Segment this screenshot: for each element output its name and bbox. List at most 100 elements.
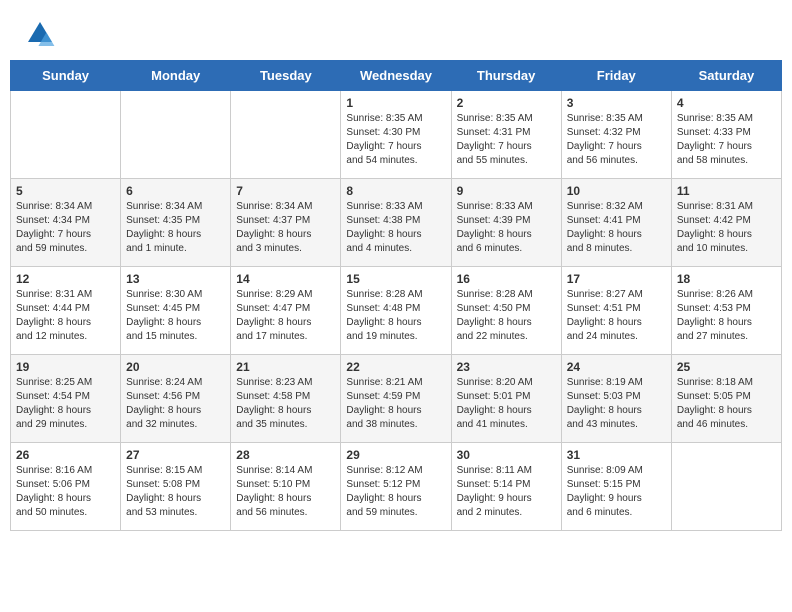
calendar-week-2: 5 Sunrise: 8:34 AM Sunset: 4:34 PM Daylig…: [11, 179, 782, 267]
weekday-wednesday: Wednesday: [341, 61, 451, 91]
day-number: 21: [236, 360, 335, 374]
calendar-cell: 8 Sunrise: 8:33 AM Sunset: 4:38 PM Daylig…: [341, 179, 451, 267]
day-info: Sunrise: 8:34 AM Sunset: 4:34 PM Dayligh…: [16, 200, 115, 256]
day-info: Sunrise: 8:32 AM Sunset: 4:41 PM Dayligh…: [567, 200, 666, 256]
calendar-cell: 18 Sunrise: 8:26 AM Sunset: 4:53 PM Dayli…: [671, 267, 781, 355]
day-info: Sunrise: 8:26 AM Sunset: 4:53 PM Dayligh…: [677, 288, 776, 344]
calendar-cell: 16Sunrise: 8:28 AM Sunset: 4:50 PM Dayli…: [451, 267, 561, 355]
calendar-cell: 6 Sunrise: 8:34 AM Sunset: 4:35 PM Daylig…: [121, 179, 231, 267]
weekday-thursday: Thursday: [451, 61, 561, 91]
day-info: Sunrise: 8:33 AM Sunset: 4:39 PM Dayligh…: [457, 200, 556, 256]
day-info: Sunrise: 8:35 AM Sunset: 4:30 PM Dayligh…: [346, 112, 445, 168]
calendar-cell: 29 Sunrise: 8:12 AM Sunset: 5:12 PM Dayli…: [341, 443, 451, 531]
day-number: 7: [236, 184, 335, 198]
calendar-week-3: 12Sunrise: 8:31 AM Sunset: 4:44 PM Dayli…: [11, 267, 782, 355]
weekday-tuesday: Tuesday: [231, 61, 341, 91]
day-info: Sunrise: 8:30 AM Sunset: 4:45 PM Dayligh…: [126, 288, 225, 344]
day-number: 12: [16, 272, 115, 286]
calendar-cell: 25 Sunrise: 8:18 AM Sunset: 5:05 PM Dayli…: [671, 355, 781, 443]
calendar-cell: 12Sunrise: 8:31 AM Sunset: 4:44 PM Dayli…: [11, 267, 121, 355]
day-number: 30: [457, 448, 556, 462]
day-info: Sunrise: 8:34 AM Sunset: 4:35 PM Dayligh…: [126, 200, 225, 256]
calendar-cell: 4Sunrise: 8:35 AM Sunset: 4:33 PM Daylig…: [671, 91, 781, 179]
weekday-monday: Monday: [121, 61, 231, 91]
day-number: 2: [457, 96, 556, 110]
day-number: 22: [346, 360, 445, 374]
calendar-cell: [11, 91, 121, 179]
day-number: 26: [16, 448, 115, 462]
calendar-cell: 3 Sunrise: 8:35 AM Sunset: 4:32 PM Daylig…: [561, 91, 671, 179]
calendar-cell: 1 Sunrise: 8:35 AM Sunset: 4:30 PM Daylig…: [341, 91, 451, 179]
day-number: 24: [567, 360, 666, 374]
logo: [24, 18, 60, 50]
calendar-cell: 22 Sunrise: 8:21 AM Sunset: 4:59 PM Dayli…: [341, 355, 451, 443]
day-info: Sunrise: 8:18 AM Sunset: 5:05 PM Dayligh…: [677, 376, 776, 432]
day-info: Sunrise: 8:09 AM Sunset: 5:15 PM Dayligh…: [567, 464, 666, 520]
day-info: Sunrise: 8:28 AM Sunset: 4:50 PM Dayligh…: [457, 288, 556, 344]
calendar-cell: 2 Sunrise: 8:35 AM Sunset: 4:31 PM Daylig…: [451, 91, 561, 179]
day-number: 8: [346, 184, 445, 198]
day-number: 23: [457, 360, 556, 374]
day-number: 29: [346, 448, 445, 462]
calendar-cell: 20 Sunrise: 8:24 AM Sunset: 4:56 PM Dayli…: [121, 355, 231, 443]
day-info: Sunrise: 8:20 AM Sunset: 5:01 PM Dayligh…: [457, 376, 556, 432]
weekday-friday: Friday: [561, 61, 671, 91]
day-info: Sunrise: 8:31 AM Sunset: 4:42 PM Dayligh…: [677, 200, 776, 256]
calendar-cell: 17 Sunrise: 8:27 AM Sunset: 4:51 PM Dayli…: [561, 267, 671, 355]
calendar-week-1: 1 Sunrise: 8:35 AM Sunset: 4:30 PM Daylig…: [11, 91, 782, 179]
calendar-cell: 9 Sunrise: 8:33 AM Sunset: 4:39 PM Daylig…: [451, 179, 561, 267]
calendar-cell: 26Sunrise: 8:16 AM Sunset: 5:06 PM Dayli…: [11, 443, 121, 531]
day-info: Sunrise: 8:35 AM Sunset: 4:32 PM Dayligh…: [567, 112, 666, 168]
day-number: 25: [677, 360, 776, 374]
day-info: Sunrise: 8:28 AM Sunset: 4:48 PM Dayligh…: [346, 288, 445, 344]
calendar-cell: [121, 91, 231, 179]
calendar-cell: 31Sunrise: 8:09 AM Sunset: 5:15 PM Dayli…: [561, 443, 671, 531]
day-number: 14: [236, 272, 335, 286]
day-info: Sunrise: 8:14 AM Sunset: 5:10 PM Dayligh…: [236, 464, 335, 520]
day-number: 17: [567, 272, 666, 286]
day-number: 28: [236, 448, 335, 462]
calendar-cell: 28 Sunrise: 8:14 AM Sunset: 5:10 PM Dayli…: [231, 443, 341, 531]
day-info: Sunrise: 8:27 AM Sunset: 4:51 PM Dayligh…: [567, 288, 666, 344]
calendar-cell: 21 Sunrise: 8:23 AM Sunset: 4:58 PM Dayli…: [231, 355, 341, 443]
day-number: 6: [126, 184, 225, 198]
calendar-cell: 5 Sunrise: 8:34 AM Sunset: 4:34 PM Daylig…: [11, 179, 121, 267]
calendar-week-5: 26Sunrise: 8:16 AM Sunset: 5:06 PM Dayli…: [11, 443, 782, 531]
day-number: 15: [346, 272, 445, 286]
weekday-sunday: Sunday: [11, 61, 121, 91]
calendar-cell: 11 Sunrise: 8:31 AM Sunset: 4:42 PM Dayli…: [671, 179, 781, 267]
day-info: Sunrise: 8:25 AM Sunset: 4:54 PM Dayligh…: [16, 376, 115, 432]
day-number: 11: [677, 184, 776, 198]
day-number: 1: [346, 96, 445, 110]
calendar-cell: [671, 443, 781, 531]
calendar-cell: 27 Sunrise: 8:15 AM Sunset: 5:08 PM Dayli…: [121, 443, 231, 531]
day-number: 20: [126, 360, 225, 374]
weekday-saturday: Saturday: [671, 61, 781, 91]
day-number: 13: [126, 272, 225, 286]
day-info: Sunrise: 8:15 AM Sunset: 5:08 PM Dayligh…: [126, 464, 225, 520]
day-info: Sunrise: 8:24 AM Sunset: 4:56 PM Dayligh…: [126, 376, 225, 432]
calendar-cell: 13 Sunrise: 8:30 AM Sunset: 4:45 PM Dayli…: [121, 267, 231, 355]
calendar-cell: 24 Sunrise: 8:19 AM Sunset: 5:03 PM Dayli…: [561, 355, 671, 443]
day-info: Sunrise: 8:19 AM Sunset: 5:03 PM Dayligh…: [567, 376, 666, 432]
day-info: Sunrise: 8:11 AM Sunset: 5:14 PM Dayligh…: [457, 464, 556, 520]
calendar-cell: 14Sunrise: 8:29 AM Sunset: 4:47 PM Dayli…: [231, 267, 341, 355]
day-number: 19: [16, 360, 115, 374]
day-number: 3: [567, 96, 666, 110]
day-number: 5: [16, 184, 115, 198]
weekday-header: SundayMondayTuesdayWednesdayThursdayFrid…: [11, 61, 782, 91]
day-number: 18: [677, 272, 776, 286]
day-number: 9: [457, 184, 556, 198]
calendar-cell: 7Sunrise: 8:34 AM Sunset: 4:37 PM Daylig…: [231, 179, 341, 267]
calendar-cell: 19 Sunrise: 8:25 AM Sunset: 4:54 PM Dayli…: [11, 355, 121, 443]
day-info: Sunrise: 8:33 AM Sunset: 4:38 PM Dayligh…: [346, 200, 445, 256]
day-info: Sunrise: 8:21 AM Sunset: 4:59 PM Dayligh…: [346, 376, 445, 432]
calendar-cell: 15 Sunrise: 8:28 AM Sunset: 4:48 PM Dayli…: [341, 267, 451, 355]
day-info: Sunrise: 8:35 AM Sunset: 4:33 PM Dayligh…: [677, 112, 776, 168]
day-number: 27: [126, 448, 225, 462]
day-info: Sunrise: 8:35 AM Sunset: 4:31 PM Dayligh…: [457, 112, 556, 168]
calendar-week-4: 19 Sunrise: 8:25 AM Sunset: 4:54 PM Dayli…: [11, 355, 782, 443]
day-info: Sunrise: 8:23 AM Sunset: 4:58 PM Dayligh…: [236, 376, 335, 432]
day-info: Sunrise: 8:12 AM Sunset: 5:12 PM Dayligh…: [346, 464, 445, 520]
logo-icon: [24, 18, 56, 50]
